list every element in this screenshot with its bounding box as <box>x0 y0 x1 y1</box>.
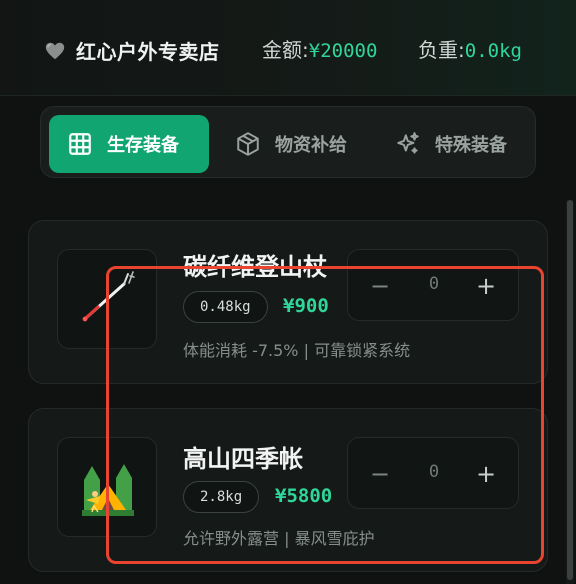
item-name: 高山四季帐 <box>183 445 303 473</box>
money-label: 金额: <box>262 38 309 62</box>
heart-icon <box>45 42 65 59</box>
weight-stat: 负重: 0.0kg <box>418 34 522 63</box>
category-tabs: 生存装备 物资补给 特殊装备 <box>40 106 536 178</box>
item-description: 允许野外露营 | 暴风雪庇护 <box>183 529 375 548</box>
item-price: ¥5800 <box>275 485 333 507</box>
box-icon <box>237 132 259 156</box>
money-stat: 金额: ¥20000 <box>262 34 377 63</box>
tab-supplies[interactable]: 物资补给 <box>217 115 367 173</box>
item-name: 碳纤维登山杖 <box>183 253 327 281</box>
item-thumbnail <box>57 249 157 349</box>
store-name: 红心户外专卖店 <box>76 40 220 64</box>
tab-label: 特殊装备 <box>435 135 507 156</box>
decrease-button[interactable]: − <box>362 454 398 494</box>
item-thumbnail <box>57 437 157 537</box>
tab-label: 生存装备 <box>107 135 179 156</box>
quantity-value[interactable]: 0 <box>414 462 454 482</box>
item-card-tent: 高山四季帐 2.8kg ¥5800 允许野外露营 | 暴风雪庇护 − 0 + <box>28 408 548 572</box>
trekking-pole-icon <box>82 271 135 322</box>
quantity-stepper: − 0 + <box>347 437 519 509</box>
quantity-stepper: − 0 + <box>347 249 519 321</box>
top-bar: 红心户外专卖店 金额: ¥20000 负重: 0.0kg <box>0 0 576 96</box>
item-weight-badge: 0.48kg <box>183 291 268 323</box>
weight-value: 0.0kg <box>464 40 522 62</box>
grid-icon <box>69 133 91 155</box>
increase-button[interactable]: + <box>468 454 504 494</box>
tab-survival-gear[interactable]: 生存装备 <box>49 115 209 173</box>
money-value: ¥20000 <box>308 40 378 62</box>
item-price: ¥900 <box>283 295 329 317</box>
increase-button[interactable]: + <box>468 266 504 306</box>
scrollbar-thumb[interactable] <box>567 200 573 580</box>
item-card-trekking-pole: 碳纤维登山杖 0.48kg ¥900 体能消耗 -7.5% | 可靠锁紧系统 −… <box>28 220 548 384</box>
sparkle-icon <box>397 132 419 154</box>
decrease-button[interactable]: − <box>362 266 398 306</box>
tab-label: 物资补给 <box>275 135 347 156</box>
store-brand: 红心户外专卖店 <box>44 36 220 65</box>
item-weight-badge: 2.8kg <box>183 481 260 513</box>
tent-icon <box>82 464 134 516</box>
tab-special-gear[interactable]: 特殊装备 <box>377 115 527 173</box>
quantity-value[interactable]: 0 <box>414 274 454 294</box>
item-description: 体能消耗 -7.5% | 可靠锁紧系统 <box>183 341 411 360</box>
weight-label: 负重: <box>418 38 465 62</box>
